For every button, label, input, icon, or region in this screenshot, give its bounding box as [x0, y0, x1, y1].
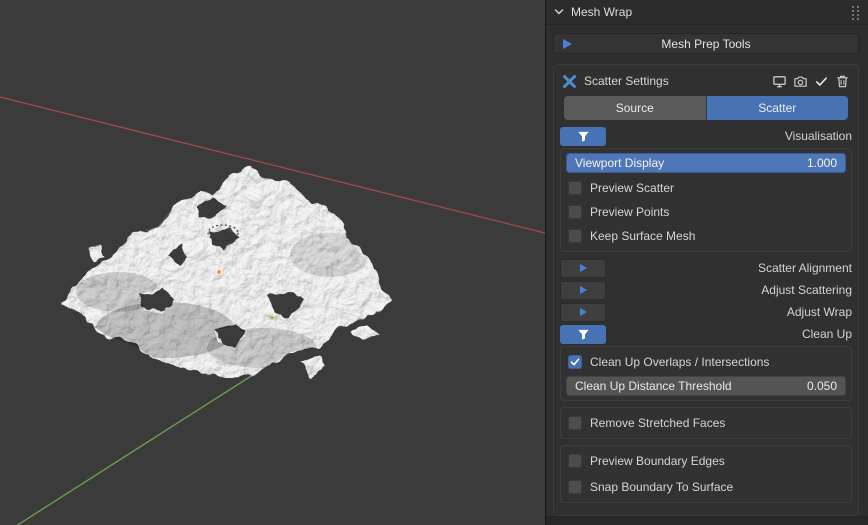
mesh-prep-tools-label: Mesh Prep Tools [661, 37, 750, 51]
cleanup-distance-threshold-label: Clean Up Distance Threshold [575, 379, 732, 393]
mesh-prep-tools-button[interactable]: Mesh Prep Tools [553, 33, 859, 54]
axis-y-green [16, 364, 270, 525]
viewport-display-label: Viewport Display [575, 156, 664, 170]
sidebar-panel: Mesh Wrap Mesh Prep Tools Scatter Settin… [545, 0, 868, 525]
viewport-display-slider[interactable]: Viewport Display 1.000 [566, 153, 846, 173]
viewport-3d[interactable] [0, 0, 545, 525]
preview-points-label: Preview Points [590, 205, 669, 219]
check-tick-icon [570, 357, 580, 367]
clean-up-label: Clean Up [802, 327, 852, 341]
play-icon [563, 39, 572, 49]
boundary-group: Preview Boundary Edges Snap Boundary To … [560, 445, 852, 503]
visualisation-group: Viewport Display 1.000 Preview Scatter P… [560, 148, 852, 252]
snap-boundary-checkbox[interactable] [568, 480, 582, 494]
preview-points-row: Preview Points [566, 201, 846, 223]
visualisation-section-row: Visualisation [560, 126, 852, 146]
funnel-icon [577, 130, 590, 143]
check-icon[interactable] [814, 74, 829, 89]
cleanup-distance-threshold-slider[interactable]: Clean Up Distance Threshold 0.050 [566, 376, 846, 396]
tab-source[interactable]: Source [564, 96, 707, 120]
adjust-scattering-button[interactable] [560, 281, 606, 300]
preview-points-checkbox[interactable] [568, 205, 582, 219]
scatter-alignment-label: Scatter Alignment [758, 261, 852, 275]
scatter-settings-header: Scatter Settings [562, 70, 850, 92]
snap-boundary-row: Snap Boundary To Surface [566, 476, 846, 498]
preview-scatter-label: Preview Scatter [590, 181, 674, 195]
adjust-wrap-label: Adjust Wrap [787, 305, 852, 319]
viewport-display-value: 1.000 [807, 156, 837, 170]
clean-up-section-row: Clean Up [560, 324, 852, 344]
cleanup-distance-threshold-value: 0.050 [807, 379, 837, 393]
panel-body: Mesh Prep Tools Scatter Settings [546, 25, 868, 516]
preview-scatter-row: Preview Scatter [566, 177, 846, 199]
panel-title: Mesh Wrap [571, 5, 632, 19]
cleanup-overlaps-row: Clean Up Overlaps / Intersections [566, 351, 846, 373]
blender-window: Mesh Wrap Mesh Prep Tools Scatter Settin… [0, 0, 868, 525]
scatter-settings-actions [772, 74, 850, 89]
remove-stretched-row: Remove Stretched Faces [566, 412, 846, 434]
adjust-wrap-row: Adjust Wrap [560, 302, 852, 322]
preview-boundary-edges-checkbox[interactable] [568, 454, 582, 468]
panel-header-mesh-wrap[interactable]: Mesh Wrap [546, 0, 868, 25]
scatter-alignment-row: Scatter Alignment [560, 258, 852, 278]
keep-surface-mesh-label: Keep Surface Mesh [590, 229, 695, 243]
preview-scatter-checkbox[interactable] [568, 181, 582, 195]
play-icon [580, 308, 587, 316]
adjust-wrap-button[interactable] [560, 303, 606, 322]
play-icon [580, 264, 587, 272]
cleanup-overlaps-label: Clean Up Overlaps / Intersections [590, 355, 769, 369]
cleanup-overlaps-checkbox[interactable] [568, 355, 582, 369]
camera-icon[interactable] [793, 74, 808, 89]
visualisation-label: Visualisation [785, 129, 852, 143]
remove-stretched-checkbox[interactable] [568, 416, 582, 430]
clean-up-toggle-button[interactable] [560, 325, 606, 344]
visualisation-toggle-button[interactable] [560, 127, 606, 146]
scatter-settings-title: Scatter Settings [584, 74, 669, 88]
keep-surface-mesh-checkbox[interactable] [568, 229, 582, 243]
adjust-scattering-row: Adjust Scattering [560, 280, 852, 300]
vertex-marker [270, 316, 273, 319]
remove-stretched-label: Remove Stretched Faces [590, 416, 725, 430]
scatter-settings-box: Scatter Settings [553, 64, 859, 516]
trash-icon[interactable] [835, 74, 850, 89]
panel-grip-handle[interactable] [852, 5, 860, 20]
scatter-settings-icon [562, 74, 577, 89]
funnel-icon [577, 328, 590, 341]
chevron-down-icon [553, 6, 565, 18]
panel-footer [546, 516, 868, 525]
preview-boundary-edges-row: Preview Boundary Edges [566, 450, 846, 472]
monitor-icon[interactable] [772, 74, 787, 89]
adjust-scattering-label: Adjust Scattering [761, 283, 852, 297]
preview-boundary-edges-label: Preview Boundary Edges [590, 454, 725, 468]
tab-scatter[interactable]: Scatter [707, 96, 849, 120]
scatter-alignment-button[interactable] [560, 259, 606, 278]
remove-stretched-group: Remove Stretched Faces [560, 407, 852, 439]
clean-up-group: Clean Up Overlaps / Intersections Clean … [560, 346, 852, 401]
play-icon [580, 286, 587, 294]
keep-surface-mesh-row: Keep Surface Mesh [566, 225, 846, 247]
source-scatter-tabs: Source Scatter [564, 96, 848, 120]
viewport-canvas[interactable] [0, 0, 545, 525]
snap-boundary-label: Snap Boundary To Surface [590, 480, 733, 494]
